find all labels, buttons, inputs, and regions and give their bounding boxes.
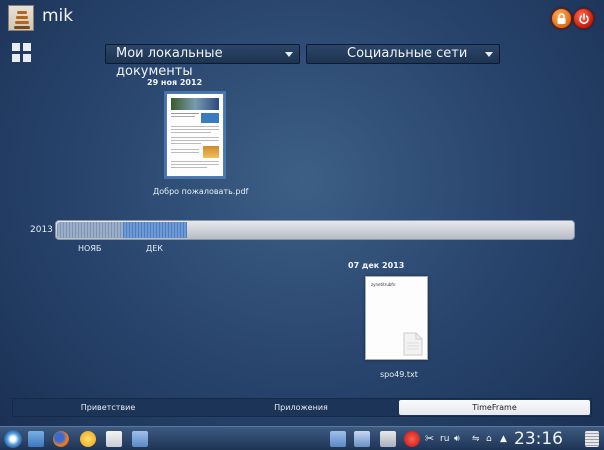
firefox-icon[interactable] [53, 431, 69, 447]
volume-icon[interactable]: 🔊︎ [454, 434, 460, 444]
tab-welcome[interactable]: Приветствие [13, 399, 203, 416]
text-file-icon [403, 332, 423, 356]
messenger-icon[interactable] [80, 431, 96, 447]
app-grid-icon[interactable] [12, 43, 31, 62]
top-bar: mik [0, 0, 604, 36]
timeline-year: 2013 [30, 225, 53, 235]
timeline-bar[interactable] [55, 220, 575, 240]
user-name: mik [42, 6, 74, 26]
social-networks-dropdown[interactable]: Социальные сети [306, 44, 500, 64]
user-avatar[interactable] [8, 5, 34, 31]
file-manager-icon[interactable] [28, 431, 44, 447]
document-name[interactable]: spo49.txt [380, 370, 418, 379]
trash-icon[interactable] [585, 431, 599, 447]
taskbar: ✂ ru 🔊︎ ⇋ ⌂ ▲ 23:16 [0, 426, 604, 450]
scissors-icon[interactable]: ✂ [425, 432, 434, 445]
document-date: 07 дек 2013 [348, 261, 405, 270]
lock-button[interactable] [551, 8, 572, 29]
tab-timeframe[interactable]: TimeFrame [399, 400, 590, 415]
power-icon [578, 12, 589, 24]
thumbnail-banner [171, 98, 219, 110]
usb-icon[interactable]: ⇋ [472, 434, 480, 444]
txt-thumbnail[interactable]: zynetitrubfn [365, 276, 428, 360]
chevron-down-icon [285, 52, 293, 57]
window-list-icon[interactable] [354, 431, 370, 447]
start-menu-icon[interactable] [4, 430, 22, 448]
network-icon[interactable]: ⌂ [486, 434, 492, 444]
timeline-month: НОЯБ [78, 244, 102, 253]
local-documents-dropdown[interactable]: Мои локальные документы [105, 44, 300, 79]
timeline-month: ДЕК [146, 244, 163, 253]
tab-applications[interactable]: Приложения [206, 399, 396, 416]
photo-icon[interactable] [132, 431, 148, 447]
power-button[interactable] [573, 8, 594, 29]
keyboard-layout[interactable]: ru [440, 434, 449, 444]
activity-tabs: Приветствие Приложения TimeFrame [12, 398, 592, 417]
document-name[interactable]: Добро пожаловать.pdf [153, 187, 248, 196]
social-networks-label: Социальные сети [347, 46, 468, 61]
document-date: 29 ноя 2012 [147, 78, 203, 87]
camera-icon[interactable] [330, 431, 346, 447]
tray-expand-icon[interactable]: ▲ [500, 434, 507, 444]
chevron-down-icon [485, 52, 493, 57]
timeline-segment-dec[interactable] [123, 222, 187, 238]
pdf-thumbnail[interactable] [166, 93, 224, 177]
mail-icon[interactable] [106, 431, 122, 447]
timeline-segment-nov[interactable] [57, 222, 123, 238]
clock[interactable]: 23:16 [514, 429, 563, 449]
local-documents-label: Мои локальные документы [116, 46, 223, 79]
update-icon[interactable] [404, 431, 420, 447]
txt-preview-text: zynetitrubfn [371, 282, 396, 287]
lock-icon [557, 12, 566, 24]
notes-icon[interactable] [380, 431, 396, 447]
